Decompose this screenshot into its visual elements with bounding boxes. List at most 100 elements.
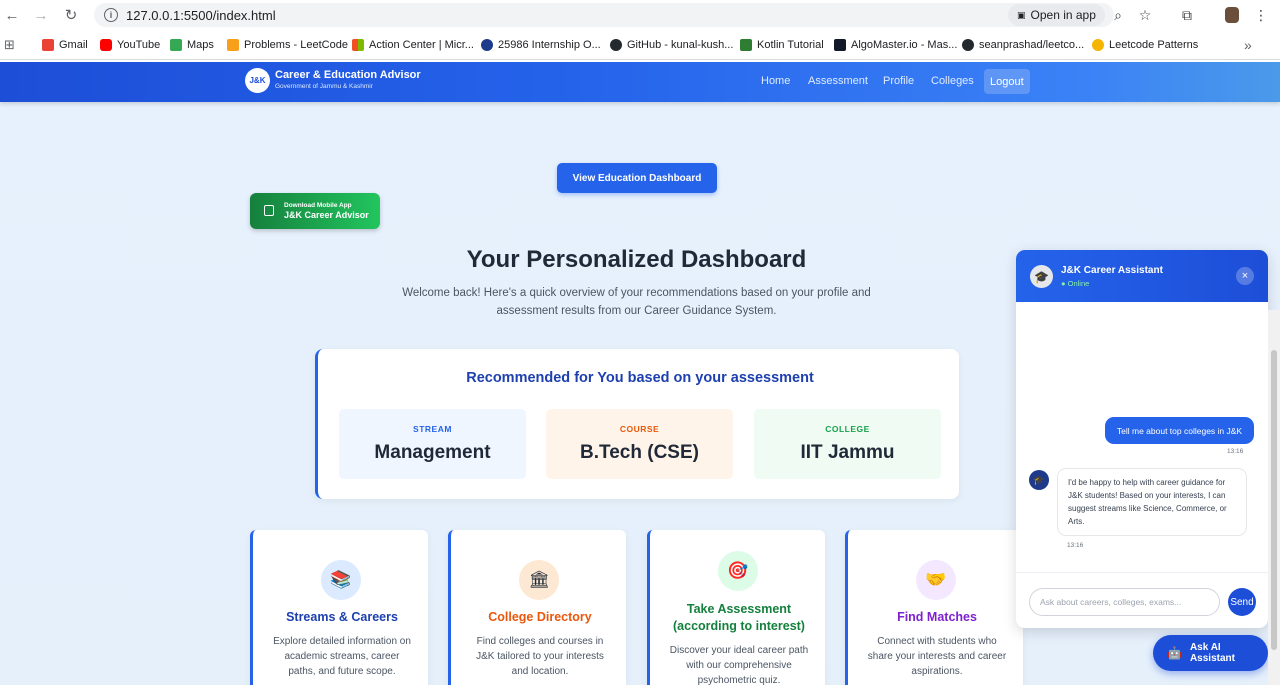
ask-ai-label: Ask AI Assistant (1189, 642, 1235, 664)
youtube-icon (100, 39, 112, 51)
app-icon: ▣ (1017, 9, 1026, 20)
leetcode-icon (227, 39, 239, 51)
chat-title: J&K Career Assistant (1061, 265, 1163, 276)
message-timestamp: 13:16 (1067, 542, 1084, 549)
feature-title: Streams & Careers (286, 610, 398, 624)
more-bookmarks-icon[interactable]: » (1244, 37, 1252, 53)
zoom-icon[interactable]: ⌕ (1108, 5, 1128, 25)
view-education-dashboard-button[interactable]: View Education Dashboard (557, 163, 717, 193)
feature-card-colleges[interactable]: 🏛 College Directory Find colleges and co… (448, 530, 626, 685)
handshake-icon: 🤝 (916, 560, 956, 600)
feature-card-assessment[interactable]: 🎯 Take Assessment (according to interest… (647, 530, 825, 685)
page-content: J&K Career & Education Advisor Governmen… (0, 62, 1280, 685)
url-text: 127.0.0.1:5500/index.html (126, 7, 276, 23)
recommendation-value: IIT Jammu (800, 442, 895, 463)
recommendation-value: B.Tech (CSE) (580, 442, 699, 463)
download-small-label: Download Mobile App (284, 202, 352, 209)
bookmark-kotlin[interactable]: Kotlin Tutorial (740, 37, 824, 53)
bot-avatar-icon: 🎓 (1029, 470, 1049, 490)
feature-description: Discover your ideal career path with our… (669, 645, 809, 685)
send-button[interactable]: Send (1228, 588, 1256, 616)
nav-link-colleges[interactable]: Colleges (931, 75, 974, 87)
brand-title: Career & Education Advisor (275, 69, 421, 81)
gmail-icon (42, 39, 54, 51)
kotlin-icon (740, 39, 752, 51)
scrollbar-thumb[interactable] (1271, 350, 1277, 650)
bookmark-maps[interactable]: Maps (170, 37, 214, 53)
page-description: Welcome back! Here's a quick overview of… (402, 287, 871, 317)
graduation-cap-icon: 🎓 (1030, 265, 1053, 288)
site-info-icon[interactable]: i (104, 8, 118, 22)
github-icon (962, 39, 974, 51)
extensions-icon[interactable]: ⧉ (1177, 5, 1197, 25)
logo[interactable]: J&K (245, 68, 270, 93)
star-icon[interactable]: ☆ (1135, 5, 1155, 25)
recommendations-title: Recommended for You based on your assess… (466, 370, 814, 386)
recommendations-card: Recommended for You based on your assess… (315, 349, 959, 499)
recommendation-college: COLLEGE IIT Jammu (754, 409, 941, 479)
message-timestamp: 13:16 (1227, 448, 1244, 455)
recommendation-stream: STREAM Management (339, 409, 526, 479)
profile-avatar-icon[interactable] (1222, 5, 1242, 25)
microsoft-icon (352, 39, 364, 51)
logout-button[interactable]: Logout (984, 69, 1030, 94)
books-icon: 📚 (321, 560, 361, 600)
robot-icon: 🤖 (1167, 646, 1182, 660)
page-scrollbar[interactable] (1268, 310, 1280, 685)
back-icon[interactable]: ← (1, 4, 23, 26)
feature-card-matches[interactable]: 🤝 Find Matches Connect with students who… (845, 530, 1023, 685)
feature-description: Find colleges and courses in J&K tailore… (476, 636, 604, 677)
app-navbar: J&K Career & Education Advisor Governmen… (0, 62, 1280, 102)
open-in-app-button[interactable]: ▣ Open in app (1008, 4, 1105, 26)
bookmark-youtube[interactable]: YouTube (100, 37, 160, 53)
reload-icon[interactable]: ↻ (60, 4, 82, 26)
feature-card-streams[interactable]: 📚 Streams & Careers Explore detailed inf… (250, 530, 428, 685)
bot-message: I'd be happy to help with career guidanc… (1057, 468, 1247, 536)
nav-link-assessment[interactable]: Assessment (808, 75, 868, 87)
nav-link-home[interactable]: Home (761, 75, 790, 87)
user-message: Tell me about top colleges in J&K (1105, 417, 1254, 444)
building-icon: 🏛 (519, 560, 559, 600)
recommendation-label: COURSE (619, 424, 660, 434)
open-in-app-label: Open in app (1030, 8, 1096, 22)
ask-ai-assistant-button[interactable]: 🤖 Ask AI Assistant (1153, 635, 1268, 671)
bookmark-action-center[interactable]: Action Center | Micr... (352, 37, 474, 53)
feature-title: College Directory (488, 610, 592, 624)
recommendation-value: Management (374, 442, 491, 463)
bookmarks-bar: ⊞ Gmail YouTube Maps Problems - LeetCode… (0, 30, 1280, 60)
chat-widget: 🎓 J&K Career Assistant ● Online × Tell m… (1016, 250, 1268, 628)
feature-title: Take Assessment (according to interest) (673, 602, 805, 633)
chat-status: ● Online (1061, 279, 1090, 288)
apps-grid-icon[interactable]: ⊞ (4, 37, 15, 53)
bookmark-algomaster[interactable]: AlgoMaster.io - Mas... (834, 37, 957, 53)
menu-kebab-icon[interactable]: ⋮ (1251, 5, 1271, 25)
internship-icon (481, 39, 493, 51)
feature-description: Explore detailed information on academic… (273, 636, 411, 677)
algomaster-icon (834, 39, 846, 51)
download-big-label: J&K Career Advisor (284, 210, 369, 220)
maps-icon (170, 39, 182, 51)
recommendation-label: COLLEGE (825, 424, 870, 434)
brand-subtitle: Government of Jammu & Kashmir (275, 83, 373, 90)
close-icon[interactable]: × (1236, 267, 1254, 285)
github-icon (610, 39, 622, 51)
nav-link-profile[interactable]: Profile (883, 75, 914, 87)
browser-toolbar: ← → ↻ i 127.0.0.1:5500/index.html ▣ Open… (0, 0, 1280, 30)
bookmark-seanprashad[interactable]: seanprashad/leetco... (962, 37, 1084, 53)
recommendation-course: COURSE B.Tech (CSE) (546, 409, 733, 479)
bookmark-leetcode[interactable]: Problems - LeetCode (227, 37, 348, 53)
bookmark-internship[interactable]: 25986 Internship O... (481, 37, 601, 53)
address-bar[interactable]: i 127.0.0.1:5500/index.html (94, 3, 1114, 27)
target-icon: 🎯 (718, 551, 758, 591)
download-mobile-app-button[interactable]: Download Mobile App J&K Career Advisor (250, 193, 380, 229)
forward-icon[interactable]: → (30, 4, 52, 26)
bookmark-leetcode-patterns[interactable]: Leetcode Patterns (1092, 37, 1198, 53)
bookmark-gmail[interactable]: Gmail (42, 37, 88, 53)
feature-description: Connect with students who share your int… (867, 636, 1007, 677)
chat-input[interactable]: Ask about careers, colleges, exams... (1029, 588, 1220, 616)
phone-icon (264, 205, 274, 216)
chat-header: 🎓 J&K Career Assistant ● Online × (1016, 250, 1268, 302)
patterns-icon (1092, 39, 1104, 51)
bookmark-github[interactable]: GitHub - kunal-kush... (610, 37, 733, 53)
feature-title: Find Matches (897, 610, 977, 624)
